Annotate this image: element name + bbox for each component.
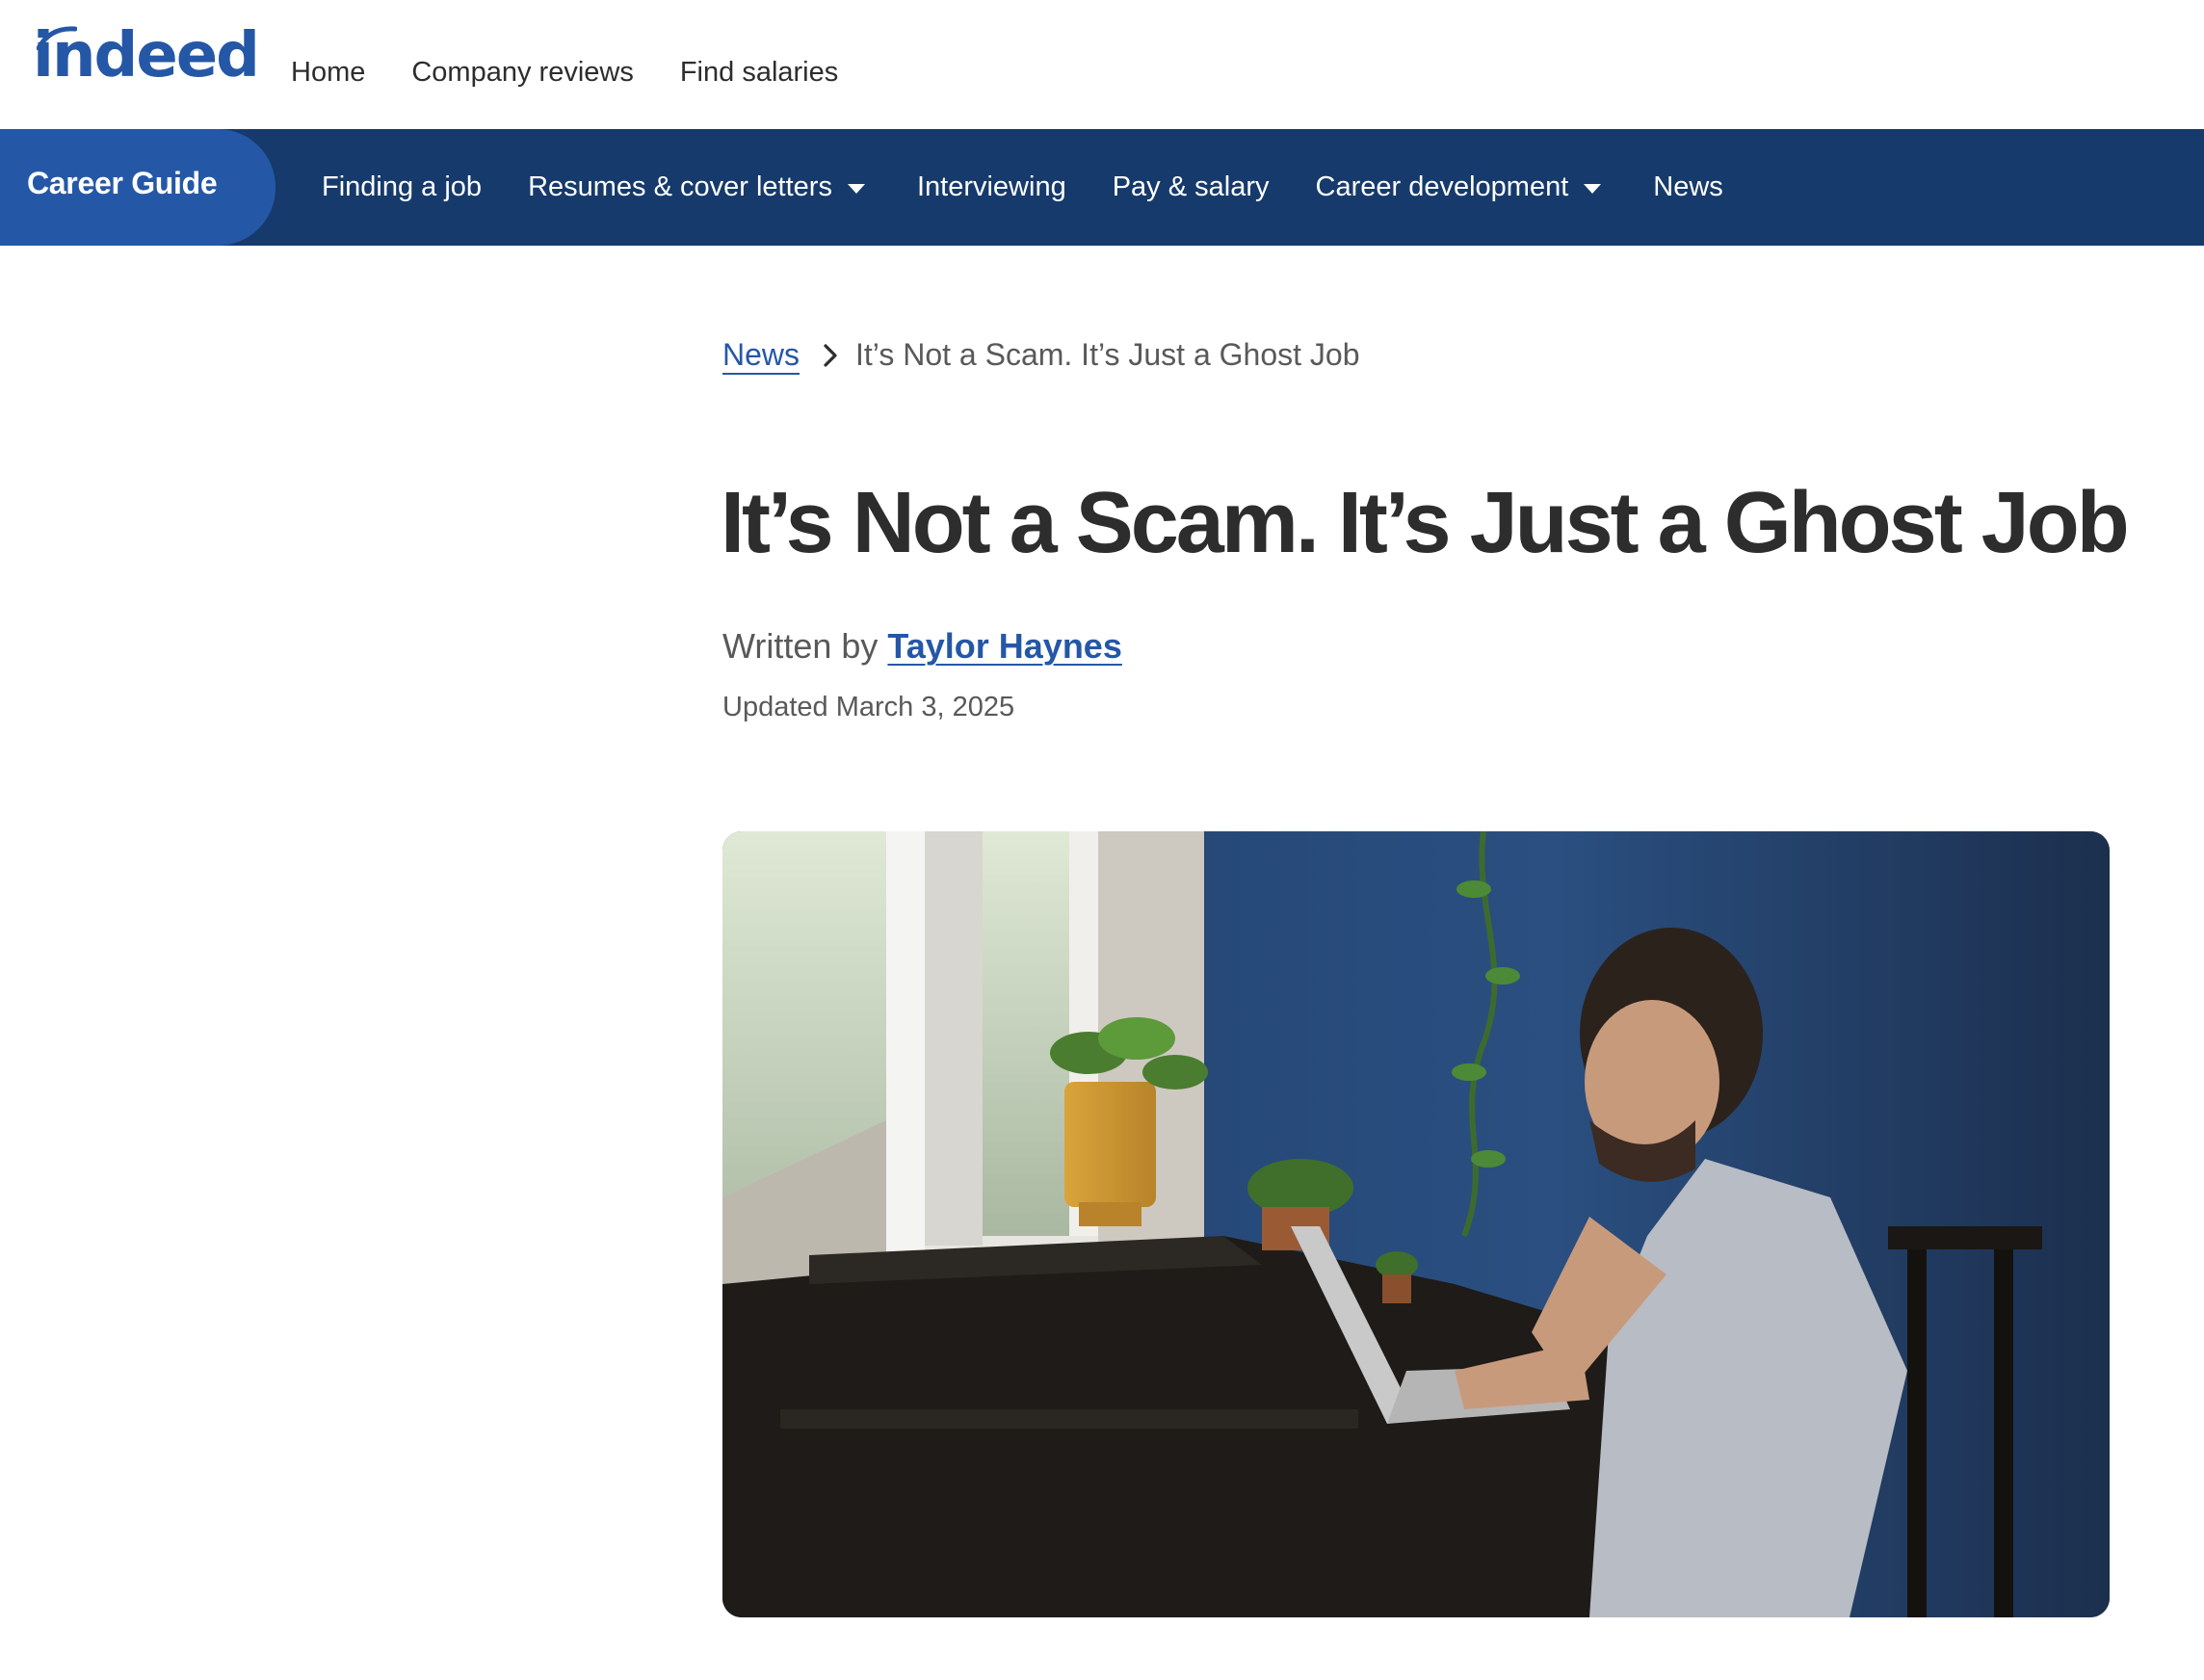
career-nav-interviewing[interactable]: Interviewing	[917, 171, 1066, 203]
caret-down-icon	[847, 183, 865, 194]
career-nav-label: Finding a job	[322, 171, 483, 202]
hero-illustration	[722, 831, 2110, 1617]
career-nav-label: Interviewing	[916, 171, 1066, 202]
career-guide-label: Career Guide	[27, 166, 218, 200]
career-nav-items: Finding a job Resumes & cover letters In…	[322, 129, 1770, 246]
career-nav-label: Career development	[1315, 171, 1569, 202]
career-guide-nav: Career Guide Finding a job Resumes & cov…	[0, 129, 2204, 246]
nav-company-reviews[interactable]: Company reviews	[411, 50, 633, 94]
caret-down-icon	[1584, 183, 1602, 194]
nav-home[interactable]: Home	[291, 50, 365, 94]
nav-find-salaries[interactable]: Find salaries	[680, 50, 838, 94]
hero-image	[722, 831, 2110, 1617]
byline-prefix: Written by	[722, 626, 879, 666]
byline: Written by Taylor Haynes	[722, 626, 1122, 667]
career-nav-finding-a-job[interactable]: Finding a job	[322, 171, 482, 203]
career-nav-pay-salary[interactable]: Pay & salary	[1113, 171, 1270, 203]
author-link[interactable]: Taylor Haynes	[887, 626, 1121, 666]
career-nav-resumes-cover-letters[interactable]: Resumes & cover letters	[528, 171, 865, 203]
career-nav-news[interactable]: News	[1653, 171, 1723, 203]
top-nav: Home Company reviews Find salaries	[291, 50, 838, 94]
logo-text: indeed	[33, 20, 260, 92]
chevron-right-icon	[824, 343, 837, 367]
career-nav-label: Resumes & cover letters	[528, 171, 832, 202]
top-header: indeed Home Company reviews Find salarie…	[0, 0, 2204, 129]
career-guide-home-link[interactable]: Career Guide	[0, 129, 276, 246]
breadcrumb-current: It’s Not a Scam. It’s Just a Ghost Job	[855, 337, 1360, 372]
indeed-logo[interactable]: indeed	[33, 21, 260, 91]
career-nav-label: News	[1653, 171, 1723, 202]
breadcrumb: News It’s Not a Scam. It’s Just a Ghost …	[722, 337, 1360, 373]
breadcrumb-news-link[interactable]: News	[722, 337, 800, 373]
career-nav-career-development[interactable]: Career development	[1316, 171, 1602, 203]
article-title: It’s Not a Scam. It’s Just a Ghost Job	[721, 475, 2130, 571]
updated-date: Updated March 3, 2025	[722, 692, 1015, 722]
career-nav-label: Pay & salary	[1112, 171, 1270, 202]
